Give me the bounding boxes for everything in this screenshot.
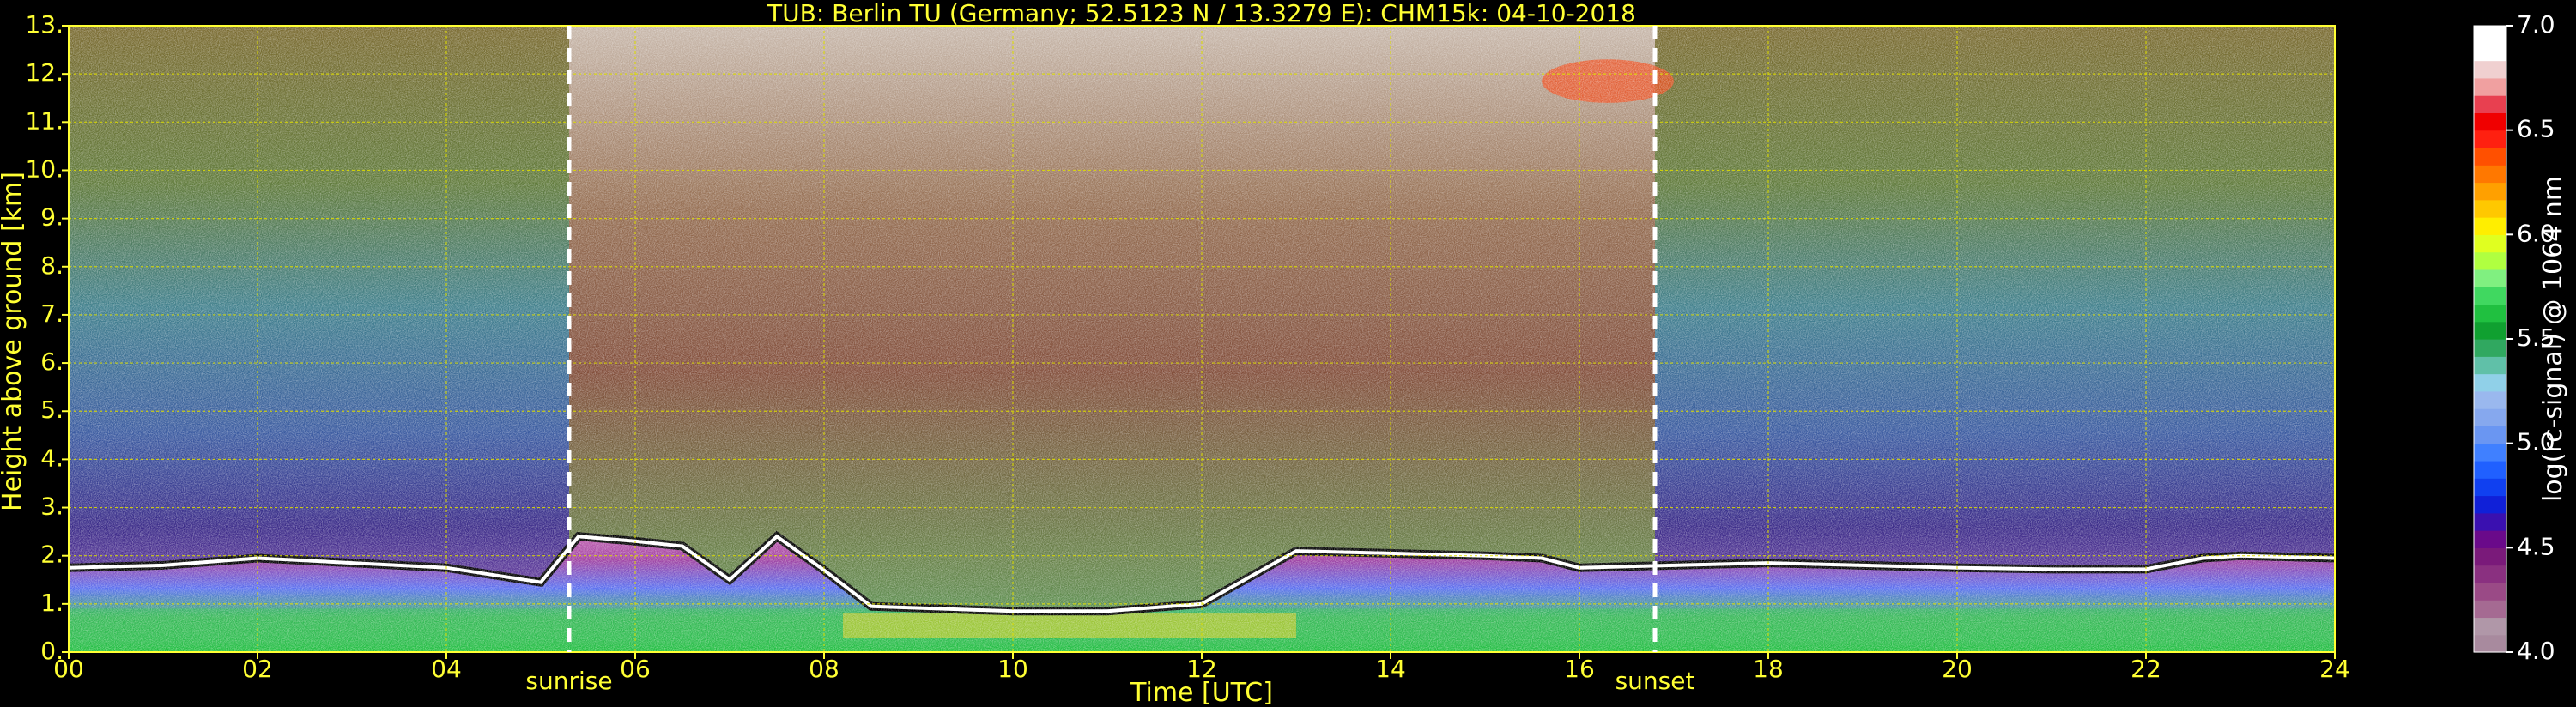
colorbar-segment: [2474, 426, 2506, 444]
colorbar-segment: [2474, 600, 2506, 619]
colorbar-segment: [2474, 634, 2506, 653]
colorbar-segment: [2474, 373, 2506, 392]
x-tick-label: 10: [997, 655, 1028, 683]
colorbar-tick-label: 4.5: [2517, 532, 2555, 560]
y-tick-label: 8.: [40, 251, 64, 280]
colorbar-segment: [2474, 287, 2506, 305]
x-tick-label: 04: [431, 655, 462, 683]
colorbar-segment: [2474, 339, 2506, 357]
y-tick-label: 4.: [40, 444, 64, 472]
y-tick-label: 6.: [40, 347, 64, 376]
x-tick-label: 08: [809, 655, 839, 683]
y-tick-label: 3.: [40, 492, 64, 521]
colorbar-segment: [2474, 321, 2506, 340]
colorbar-segment: [2474, 460, 2506, 479]
y-tick-label: 2.: [40, 541, 64, 569]
y-tick-label: 0.: [40, 637, 64, 665]
chart-title: TUB: Berlin TU (Germany; 52.5123 N / 13.…: [767, 0, 1636, 27]
y-axis-title: Height above ground [km]: [0, 172, 27, 511]
colorbar-tick-label: 4.0: [2517, 637, 2555, 665]
y-tick-label: 9.: [40, 203, 64, 232]
sunrise-label: sunrise: [525, 667, 612, 695]
colorbar-segment: [2474, 617, 2506, 636]
colorbar-title: log(rc-signal) @ 1064 nm: [2538, 176, 2568, 502]
ceilometer-chart: sunrise sunset 00 02 04 06 08 10 12 14 16 18 20 22 24…: [0, 0, 2568, 707]
colorbar-segment: [2474, 478, 2506, 497]
colorbar-segment: [2474, 43, 2506, 62]
x-tick-label: 06: [620, 655, 651, 683]
x-tick-label: 24: [2319, 655, 2350, 683]
colorbar-segment: [2474, 199, 2506, 218]
x-tick-label: 14: [1375, 655, 1406, 683]
colorbar-segment: [2474, 26, 2506, 44]
x-tick-label: 22: [2131, 655, 2161, 683]
y-tick-label: 13.: [25, 10, 64, 39]
y-tick-label: 12.: [25, 58, 64, 87]
colorbar-segment: [2474, 234, 2506, 253]
colorbar-segment: [2474, 443, 2506, 462]
colorbar-segment: [2474, 77, 2506, 96]
colorbar-segment: [2474, 512, 2506, 531]
colorbar-segment: [2474, 112, 2506, 131]
x-tick-label: 18: [1753, 655, 1784, 683]
x-axis-title: Time [UTC]: [1130, 678, 1273, 707]
x-tick-label: 16: [1564, 655, 1595, 683]
y-tick-label: 7.: [40, 299, 64, 328]
colorbar-segment: [2474, 408, 2506, 426]
colorbar-segment: [2474, 95, 2506, 113]
colorbar-segment: [2474, 530, 2506, 548]
colorbar-segment: [2474, 495, 2506, 514]
colorbar-tick-label: 6.5: [2517, 115, 2555, 143]
x-tick-label: 20: [1942, 655, 1973, 683]
colorbar-segment: [2474, 304, 2506, 323]
colorbar-segment: [2474, 565, 2506, 583]
sunset-label: sunset: [1615, 667, 1695, 695]
colorbar-segment: [2474, 547, 2506, 566]
colorbar-tick-label: 7.0: [2517, 10, 2555, 39]
colorbar-segment: [2474, 165, 2506, 184]
colorbar-segment: [2474, 251, 2506, 270]
colorbar-segment: [2474, 182, 2506, 201]
y-tick-label: 5.: [40, 396, 64, 424]
y-tick-label: 10.: [25, 154, 64, 183]
colorbar-segment: [2474, 130, 2506, 148]
colorbar-segment: [2474, 390, 2506, 409]
colorbar-segment: [2474, 582, 2506, 601]
x-tick-label: 02: [242, 655, 273, 683]
y-tick-label: 11.: [25, 106, 64, 135]
colorbar-segment: [2474, 356, 2506, 375]
y-tick-label: 1.: [40, 589, 64, 617]
colorbar-segment: [2474, 269, 2506, 287]
colorbar-segment: [2474, 217, 2506, 235]
colorbar-segment: [2474, 60, 2506, 79]
colorbar-segment: [2474, 147, 2506, 166]
